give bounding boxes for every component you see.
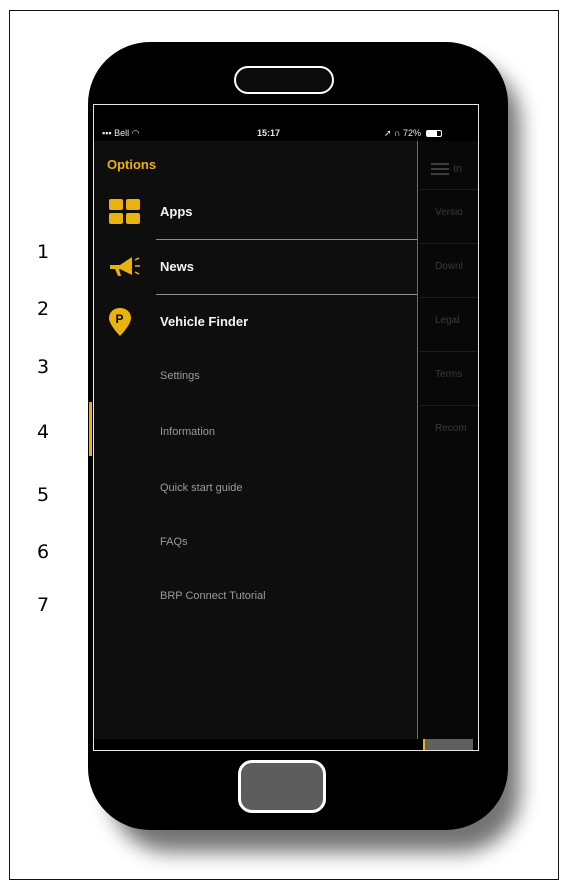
location-pin-p-icon: P xyxy=(108,307,142,337)
menu-item-quick-start-guide[interactable]: Quick start guide xyxy=(94,463,417,517)
menu-label-vehicle-finder: Vehicle Finder xyxy=(160,314,249,329)
menu-item-settings[interactable]: Settings xyxy=(94,351,417,405)
callout-number-4: 4 xyxy=(37,421,50,443)
callout-number-3: 3 xyxy=(37,356,50,378)
megaphone-icon xyxy=(108,252,142,282)
background-page: In Versio Downl Legal Terms Recom xyxy=(419,141,478,739)
background-page-title: In xyxy=(453,163,463,175)
menu-item-faqs[interactable]: FAQs xyxy=(94,517,417,571)
headphones-icon: ∩ xyxy=(394,128,401,138)
location-arrow-icon: ➚ xyxy=(384,128,392,138)
menu-item-apps[interactable]: Apps xyxy=(94,185,417,239)
signal-icon: ▪▪▪ xyxy=(102,128,112,138)
carrier-name: Bell xyxy=(114,128,130,138)
callout-number-6: 6 xyxy=(37,541,50,563)
battery-icon xyxy=(425,130,442,137)
menu-item-news[interactable]: News xyxy=(94,240,417,294)
menu-label-faqs: FAQs xyxy=(160,536,188,548)
callout-number-1: 1 xyxy=(37,241,50,263)
background-row: Downl xyxy=(435,261,463,272)
callout-number-5: 5 xyxy=(37,484,50,506)
svg-text:P: P xyxy=(116,312,124,326)
status-bar: ▪▪▪ Bell ◠ 15:17 ➚ ∩ 72% xyxy=(94,125,478,141)
background-row: Terms xyxy=(435,369,463,380)
apps-grid-icon xyxy=(108,197,142,227)
battery-percent: 72% xyxy=(403,128,422,138)
menu-label-brp-connect-tutorial: BRP Connect Tutorial xyxy=(160,590,266,602)
phone-speaker xyxy=(234,66,334,94)
callout-number-2: 2 xyxy=(37,298,50,320)
menu-label-quick-start-guide: Quick start guide xyxy=(160,482,243,494)
active-indicator xyxy=(89,402,92,456)
screen-bottom-strip xyxy=(94,739,478,750)
status-time: 15:17 xyxy=(257,128,281,138)
menu-label-information: Information xyxy=(160,426,216,438)
menu-item-vehicle-finder[interactable]: P Vehicle Finder xyxy=(94,295,417,349)
wifi-icon: ◠ xyxy=(131,128,140,138)
menu-item-brp-connect-tutorial[interactable]: BRP Connect Tutorial xyxy=(94,571,417,625)
background-row: Versio xyxy=(435,207,463,218)
menu-label-news: News xyxy=(160,259,194,274)
menu-item-information[interactable]: Information xyxy=(94,407,417,461)
menu-label-settings: Settings xyxy=(160,370,200,382)
background-row: Recom xyxy=(435,423,467,434)
callout-number-7: 7 xyxy=(37,594,50,616)
hamburger-menu-icon[interactable] xyxy=(431,163,449,175)
background-row: Legal xyxy=(435,315,460,326)
menu-label-apps: Apps xyxy=(160,204,193,219)
phone-screen: ▪▪▪ Bell ◠ 15:17 ➚ ∩ 72% In Versio Downl… xyxy=(93,104,479,751)
options-drawer: Options Apps News P Vehicle Finder Setti… xyxy=(94,141,418,739)
home-button[interactable] xyxy=(238,760,326,813)
drawer-title: Options xyxy=(107,157,157,172)
